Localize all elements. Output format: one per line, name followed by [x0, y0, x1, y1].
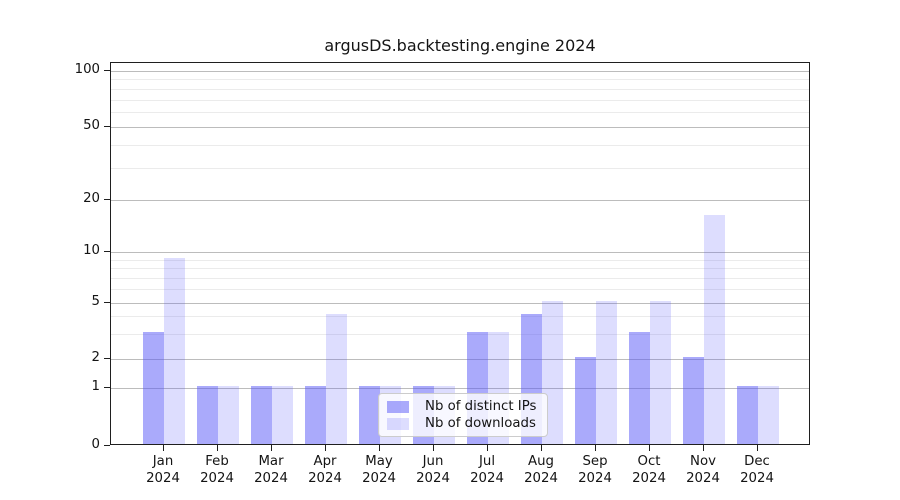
bar-nb-of-distinct-ips-may-2024: [359, 386, 380, 444]
y-tick-mark-100: [104, 70, 110, 71]
y-tick-mark-50: [104, 126, 110, 127]
gridline-minor-30: [111, 168, 809, 169]
bar-nb-of-distinct-ips-jan-2024: [143, 332, 164, 444]
y-tick-label-100: 100: [40, 62, 100, 78]
x-tick-mark-4: [325, 445, 326, 451]
y-tick-mark-20: [104, 199, 110, 200]
bar-nb-of-distinct-ips-dec-2024: [737, 386, 758, 444]
y-tick-mark-1: [104, 387, 110, 388]
gridline-major-100: [111, 71, 809, 72]
x-tick-mark-2: [217, 445, 218, 451]
x-tick-mark-9: [595, 445, 596, 451]
x-tick-mark-5: [379, 445, 380, 451]
x-tick-mark-12: [757, 445, 758, 451]
bar-nb-of-downloads-mar-2024: [272, 386, 293, 444]
y-tick-mark-5: [104, 302, 110, 303]
legend-label: Nb of downloads: [425, 416, 536, 432]
legend-swatch-icon: [387, 401, 409, 413]
gridline-minor-70: [111, 100, 809, 101]
bar-nb-of-distinct-ips-nov-2024: [683, 357, 704, 444]
gridline-minor-40: [111, 145, 809, 146]
x-tick-mark-11: [703, 445, 704, 451]
legend: Nb of distinct IPsNb of downloads: [378, 393, 548, 437]
x-tick-mark-3: [271, 445, 272, 451]
bar-nb-of-downloads-jan-2024: [164, 258, 185, 444]
bar-nb-of-downloads-sep-2024: [596, 301, 617, 444]
chart-title: argusDS.backtesting.engine 2024: [110, 36, 810, 55]
legend-row-nb-of-downloads: Nb of downloads: [387, 415, 541, 432]
y-tick-label-2: 2: [40, 350, 100, 366]
y-tick-label-1: 1: [40, 379, 100, 395]
x-tick-mark-8: [541, 445, 542, 451]
gridline-minor-60: [111, 112, 809, 113]
x-tick-mark-6: [433, 445, 434, 451]
bar-nb-of-downloads-dec-2024: [758, 386, 779, 444]
y-tick-label-0: 0: [40, 437, 100, 453]
bar-nb-of-distinct-ips-apr-2024: [305, 386, 326, 444]
bar-nb-of-distinct-ips-feb-2024: [197, 386, 218, 444]
x-tick-mark-1: [163, 445, 164, 451]
y-tick-mark-10: [104, 251, 110, 252]
bar-nb-of-downloads-oct-2024: [650, 301, 671, 444]
legend-label: Nb of distinct IPs: [425, 399, 536, 415]
plot-area: Nb of distinct IPsNb of downloads: [110, 62, 810, 445]
legend-row-nb-of-distinct-ips: Nb of distinct IPs: [387, 398, 541, 415]
bar-nb-of-distinct-ips-oct-2024: [629, 332, 650, 444]
bar-nb-of-distinct-ips-sep-2024: [575, 357, 596, 444]
gridline-minor-90: [111, 79, 809, 80]
bar-nb-of-downloads-apr-2024: [326, 314, 347, 444]
x-tick-mark-7: [487, 445, 488, 451]
figure: argusDS.backtesting.engine 2024 Nb of di…: [0, 0, 900, 500]
y-tick-label-50: 50: [40, 118, 100, 134]
bar-nb-of-downloads-nov-2024: [704, 215, 725, 444]
y-tick-mark-0: [104, 445, 110, 446]
x-tick-mark-10: [649, 445, 650, 451]
legend-swatch-icon: [387, 418, 409, 430]
gridline-major-20: [111, 200, 809, 201]
gridline-minor-80: [111, 89, 809, 90]
bar-nb-of-downloads-feb-2024: [218, 386, 239, 444]
y-tick-label-20: 20: [40, 191, 100, 207]
y-tick-label-5: 5: [40, 294, 100, 310]
y-tick-mark-2: [104, 358, 110, 359]
bar-nb-of-distinct-ips-mar-2024: [251, 386, 272, 444]
y-tick-label-10: 10: [40, 243, 100, 259]
x-tick-label-12: Dec2024: [717, 453, 797, 487]
gridline-major-50: [111, 127, 809, 128]
